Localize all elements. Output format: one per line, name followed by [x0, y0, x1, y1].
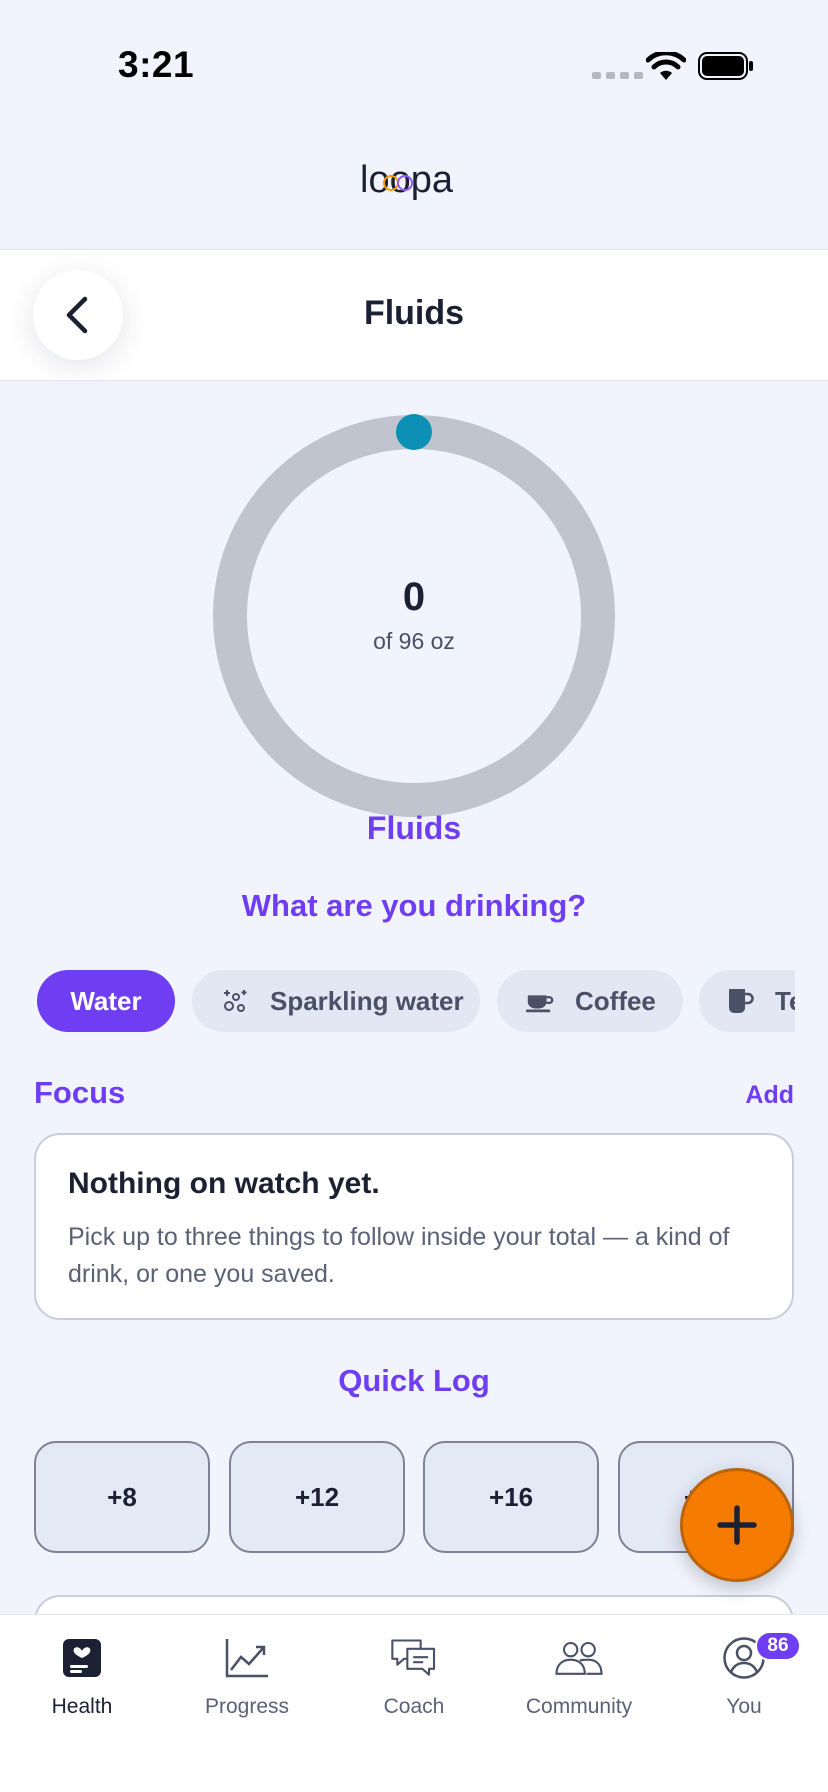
tab-bar: Health Progress Coach Community You 86 — [0, 1614, 828, 1792]
chat-icon — [389, 1633, 439, 1683]
chip-coffee[interactable]: Coffee — [497, 970, 683, 1032]
focus-empty-body: Pick up to three things to follow inside… — [68, 1223, 730, 1288]
chip-sparkling-water[interactable]: Sparkling water — [192, 970, 480, 1032]
people-icon — [554, 1633, 604, 1683]
drink-question: What are you drinking? — [241, 888, 587, 923]
sparkles-icon — [220, 986, 250, 1016]
notification-badge: 86 — [755, 1631, 801, 1661]
wifi-icon — [646, 52, 686, 80]
focus-empty-title: Nothing on watch yet. — [68, 1167, 380, 1200]
chip-tea[interactable]: Tea — [699, 970, 795, 1032]
quick-log-button[interactable]: +12 — [229, 1441, 405, 1553]
status-bar: 3:21 — [0, 0, 828, 120]
tab-coach[interactable]: Coach — [339, 1633, 489, 1719]
ring-label: Fluids — [366, 810, 462, 846]
chip-water[interactable]: Water — [37, 970, 175, 1032]
chip-label: Sparkling water — [270, 985, 464, 1016]
chart-icon — [222, 1633, 272, 1683]
tab-health[interactable]: Health — [7, 1633, 157, 1719]
quick-log-button[interactable]: +8 — [34, 1441, 210, 1553]
add-entry-button[interactable] — [680, 1468, 794, 1582]
chip-label: Tea — [775, 985, 795, 1016]
tab-you[interactable]: You 86 — [669, 1631, 819, 1719]
battery-icon — [698, 52, 753, 80]
tab-label: Progress — [204, 1695, 290, 1718]
status-time: 3:21 — [118, 44, 195, 85]
quick-log-button[interactable]: +16 — [423, 1441, 599, 1553]
focus-add-button[interactable]: Add — [745, 1081, 794, 1110]
coffee-cup-icon — [525, 986, 555, 1016]
health-icon — [57, 1633, 107, 1683]
logo-text: loopa — [360, 160, 454, 201]
cellular-signal-icon — [592, 72, 643, 79]
tab-label: Coach — [383, 1695, 445, 1718]
ring-progress-indicator — [396, 414, 432, 450]
drink-chip-row[interactable]: Water Sparkling water Coffee Tea — [37, 970, 795, 1032]
tab-label: Health — [51, 1695, 113, 1718]
loopa-logo: loopa — [360, 160, 454, 201]
page-title: Fluids — [363, 294, 465, 332]
focus-empty-card: Nothing on watch yet. Pick up to three t… — [34, 1133, 794, 1320]
plus-icon — [717, 1505, 757, 1545]
quick-log-title: Quick Log — [338, 1363, 490, 1398]
tab-label: You — [726, 1695, 762, 1718]
chip-label: Water — [70, 985, 142, 1016]
tab-progress[interactable]: Progress — [172, 1633, 322, 1719]
tab-community[interactable]: Community — [504, 1633, 654, 1719]
focus-title: Focus — [34, 1075, 126, 1110]
fluid-amount: 0 — [402, 575, 426, 619]
mug-icon — [725, 986, 755, 1016]
fluid-goal: of 96 oz — [373, 628, 455, 654]
tab-label: Community — [525, 1695, 633, 1718]
chip-label: Coffee — [575, 985, 656, 1016]
